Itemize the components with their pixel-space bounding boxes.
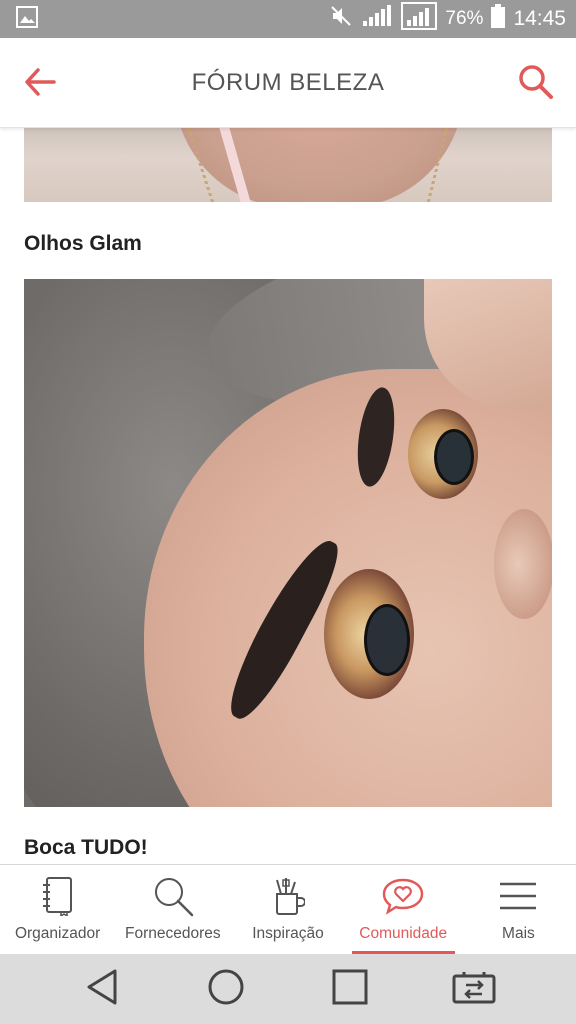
nav-label: Organizador	[14, 925, 101, 942]
nav-item-mais[interactable]: Mais	[461, 865, 576, 954]
system-home-button[interactable]	[198, 961, 254, 1017]
nav-label: Fornecedores	[124, 925, 221, 942]
back-triangle-icon	[85, 968, 119, 1011]
page-title: FÓRUM BELEZA	[191, 68, 385, 96]
heart-chat-icon	[382, 875, 424, 917]
signal-icon	[361, 4, 393, 34]
post-feed[interactable]: Olhos Glam Boca TUDO!	[0, 128, 576, 864]
mute-icon	[329, 4, 353, 34]
nav-label: Comunidade	[359, 925, 448, 942]
system-recents-button[interactable]	[322, 961, 378, 1017]
post-title: Boca TUDO!	[24, 836, 148, 859]
system-nav-bar	[0, 954, 576, 1024]
hamburger-icon	[497, 875, 539, 917]
brushes-icon	[267, 875, 309, 917]
nav-item-fornecedores[interactable]: Fornecedores	[115, 865, 230, 954]
status-bar: 76% 14:45	[0, 0, 576, 38]
nav-label: Mais	[502, 925, 535, 942]
back-button[interactable]	[20, 64, 60, 104]
nav-item-inspiracao[interactable]: Inspiração	[230, 865, 345, 954]
search-icon	[152, 875, 194, 917]
nav-item-organizador[interactable]: Organizador	[0, 865, 115, 954]
notebook-icon	[37, 875, 79, 917]
system-back-button[interactable]	[74, 961, 130, 1017]
post-image-necklace[interactable]	[24, 128, 552, 202]
bottom-nav: Organizador Fornecedores Inspiração Comu…	[0, 864, 576, 954]
switch-apps-icon	[452, 970, 496, 1009]
nav-item-comunidade[interactable]: Comunidade	[346, 865, 461, 954]
recents-square-icon	[332, 969, 368, 1010]
search-icon	[518, 64, 554, 105]
post-image-eye-makeup[interactable]	[24, 279, 552, 807]
system-switch-apps-button[interactable]	[446, 961, 502, 1017]
signal-icon	[401, 2, 438, 36]
battery-icon	[491, 4, 506, 34]
search-button[interactable]	[514, 62, 558, 106]
gallery-icon	[16, 5, 38, 33]
nav-label: Inspiração	[252, 925, 324, 942]
battery-percent: 76%	[445, 8, 484, 29]
app-header: FÓRUM BELEZA	[0, 38, 576, 128]
status-time: 14:45	[513, 7, 566, 30]
home-circle-icon	[207, 968, 245, 1011]
back-arrow-icon	[24, 67, 56, 101]
post-title: Olhos Glam	[24, 232, 142, 255]
